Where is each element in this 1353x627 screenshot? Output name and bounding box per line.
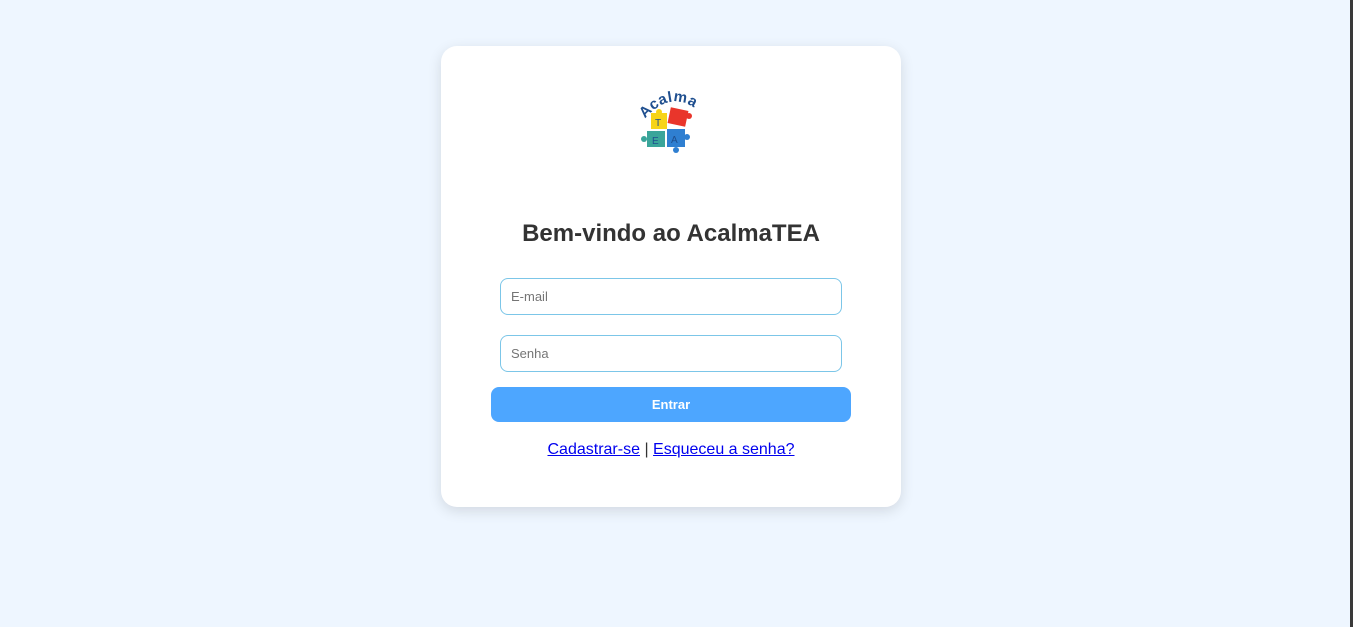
- links-separator: |: [644, 441, 649, 458]
- email-field[interactable]: [500, 278, 842, 315]
- logo-letter-t: T: [655, 118, 661, 129]
- auth-links: Cadastrar-se | Esqueceu a senha?: [441, 441, 901, 459]
- password-field[interactable]: [500, 335, 842, 372]
- page-title: Bem-vindo ao AcalmaTEA: [522, 220, 820, 247]
- logo-letter-e: E: [652, 136, 659, 147]
- logo-letter-a: A: [671, 135, 678, 146]
- login-page: Acalma T E A Bem-vindo ao AcalmaTEA Entr…: [0, 0, 1353, 627]
- forgot-password-link[interactable]: Esqueceu a senha?: [653, 441, 794, 458]
- login-card: Acalma T E A Bem-vindo ao AcalmaTEA Entr…: [441, 46, 901, 507]
- login-button[interactable]: Entrar: [491, 387, 851, 422]
- acalmatea-logo: Acalma T E A: [637, 89, 700, 153]
- register-link[interactable]: Cadastrar-se: [548, 441, 640, 458]
